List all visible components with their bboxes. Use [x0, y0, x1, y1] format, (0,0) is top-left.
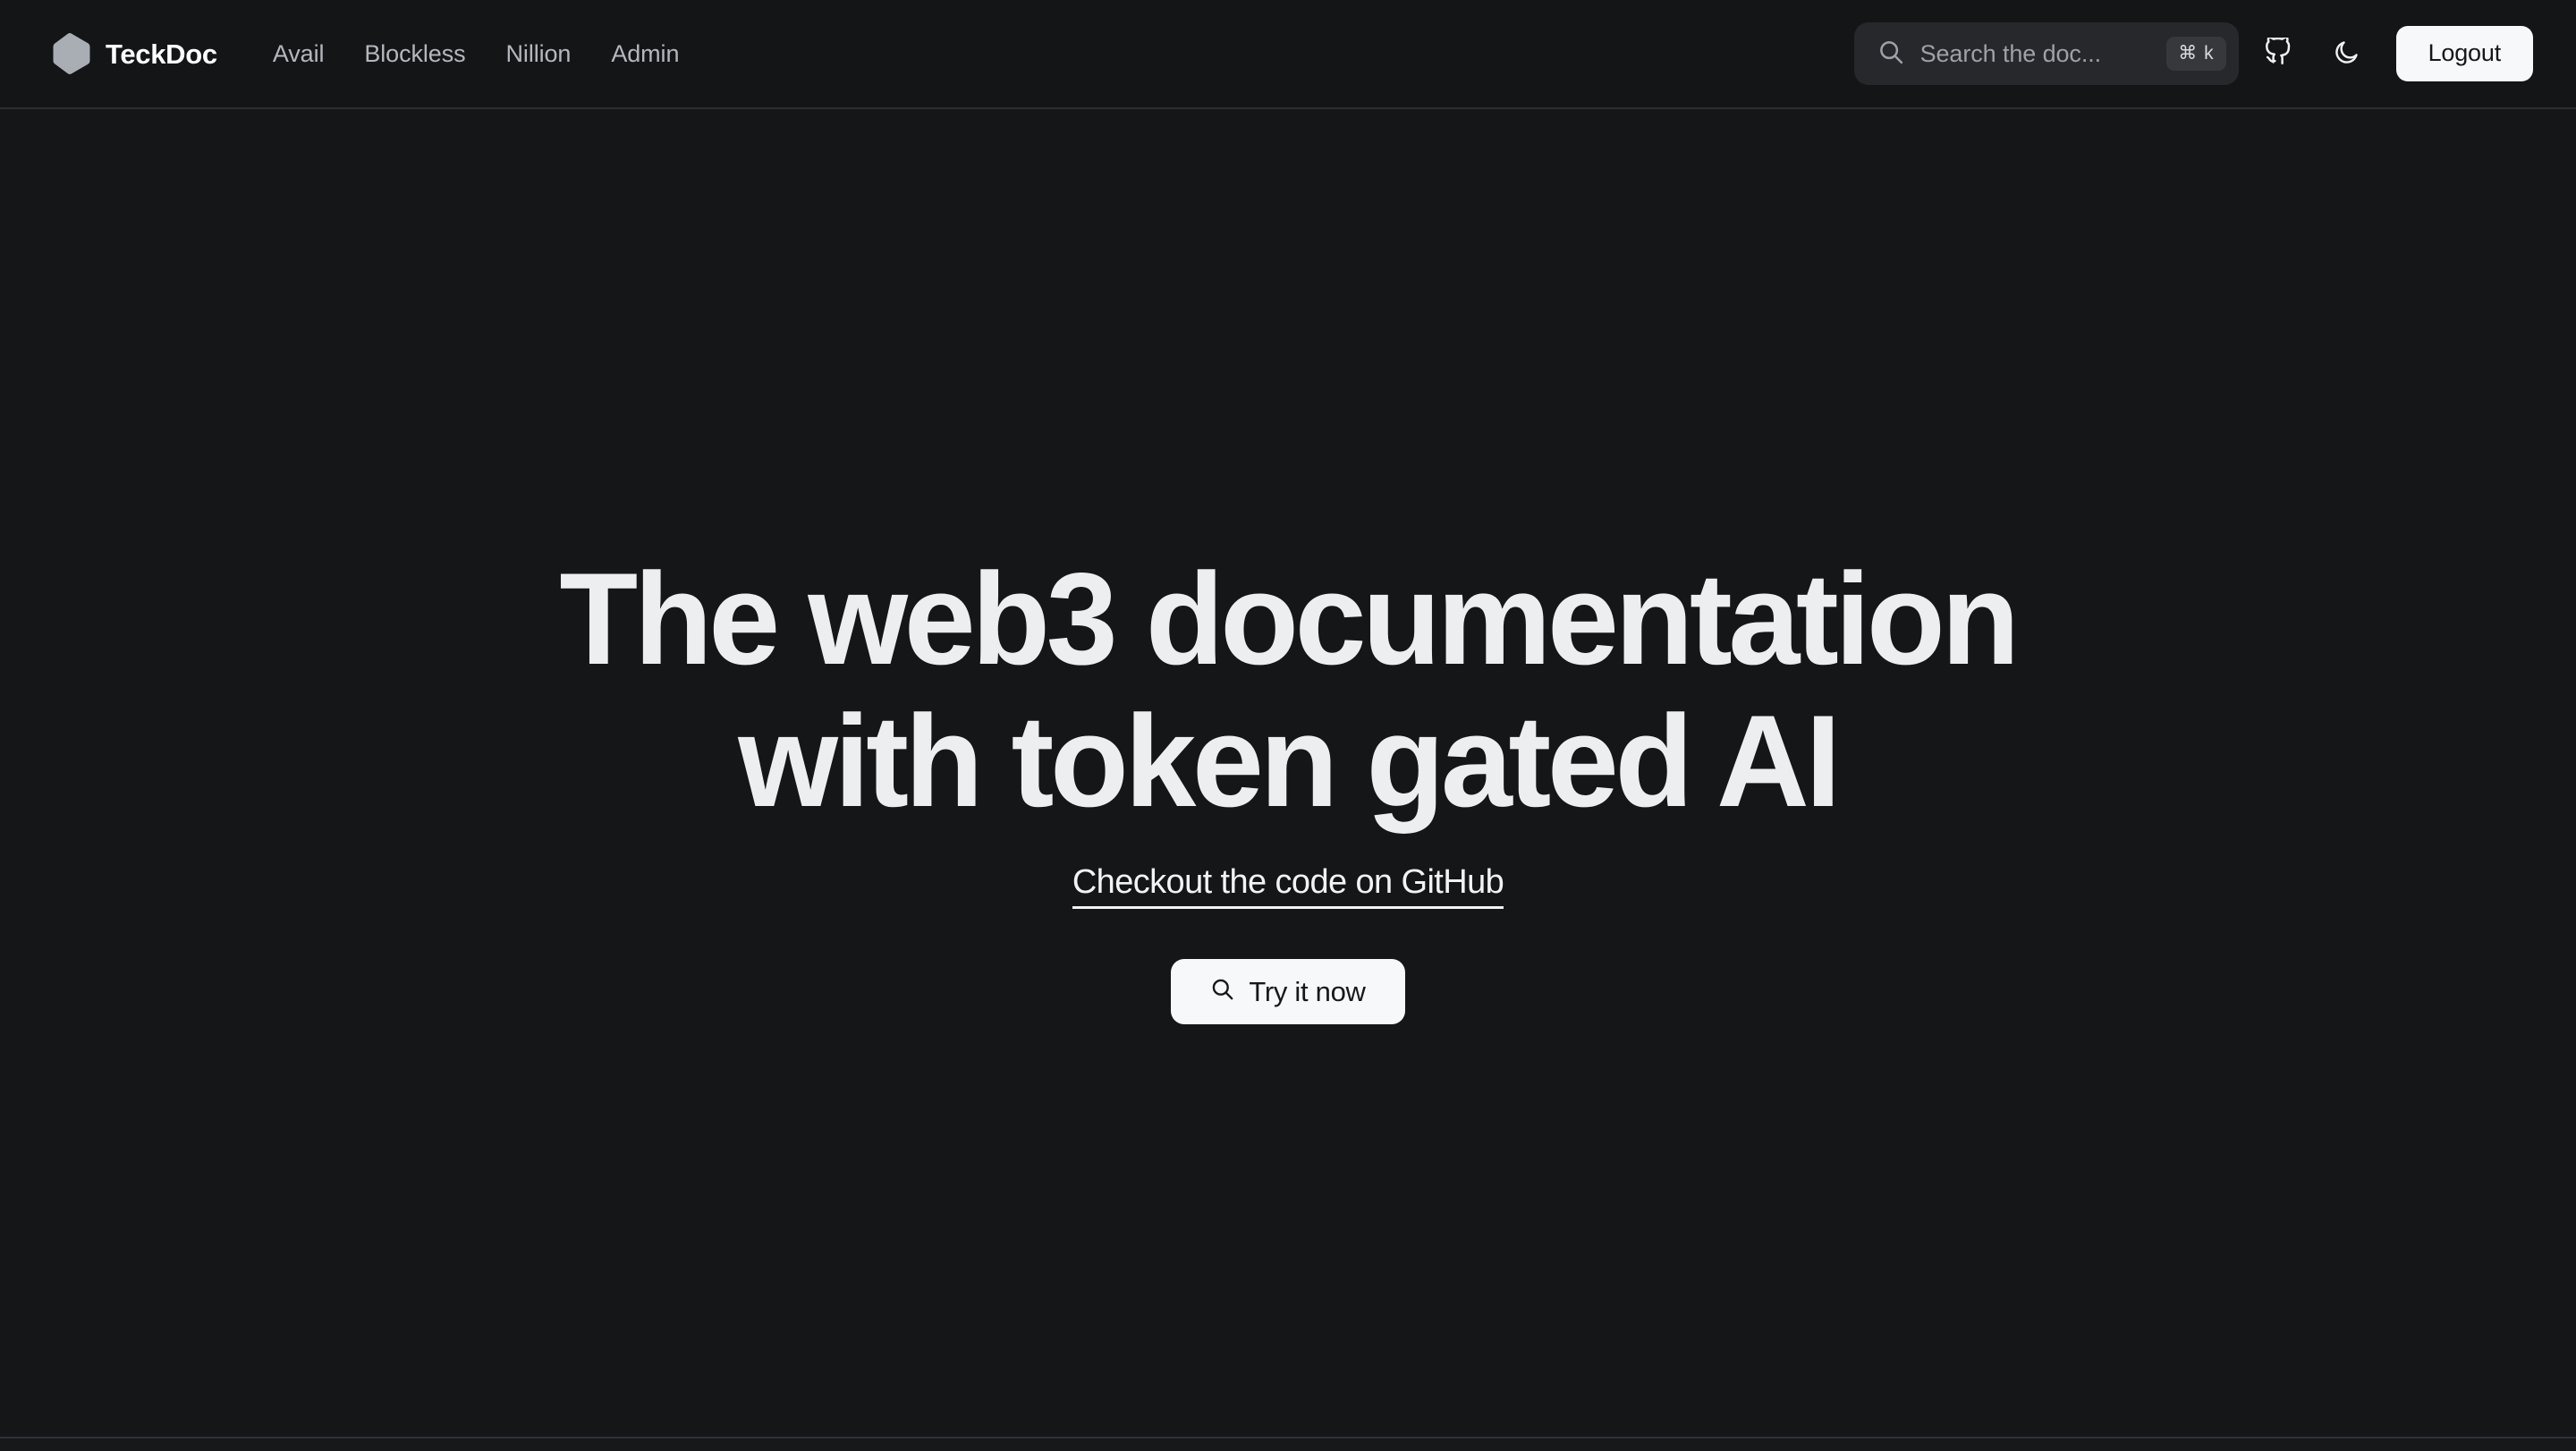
main-content: The web3 documentation with token gated … — [0, 109, 2576, 1451]
try-it-now-label: Try it now — [1249, 975, 1366, 1007]
hero-title-line-2: with token gated AI — [738, 688, 1842, 835]
hexagon-logo-icon — [52, 32, 91, 75]
footer-strip — [0, 1438, 2576, 1451]
brand-name: TeckDoc — [106, 38, 217, 70]
header-actions: Search the doc... ⌘ k Logout — [1853, 22, 2533, 85]
nav-item-avail[interactable]: Avail — [273, 40, 325, 68]
search-box[interactable]: Search the doc... ⌘ k — [1853, 22, 2239, 85]
logout-button[interactable]: Logout — [2395, 26, 2533, 81]
brand-logo-link[interactable]: TeckDoc — [52, 32, 217, 75]
nav-item-nillion[interactable]: Nillion — [506, 40, 572, 68]
search-icon — [1877, 38, 1904, 70]
github-icon — [2264, 36, 2293, 70]
github-code-link[interactable]: Checkout the code on GitHub — [1072, 863, 1504, 910]
hero-title-line-1: The web3 documentation — [559, 546, 2021, 692]
github-link-button[interactable] — [2251, 26, 2307, 81]
search-shortcut-badge: ⌘ k — [2166, 37, 2226, 71]
hero-title: The web3 documentation with token gated … — [559, 546, 2021, 835]
theme-toggle-button[interactable] — [2319, 26, 2375, 81]
site-header: TeckDoc Avail Blockless Nillion Admin Se… — [0, 0, 2576, 109]
nav-item-admin[interactable]: Admin — [611, 40, 679, 68]
try-it-now-button[interactable]: Try it now — [1171, 959, 1405, 1025]
search-input-placeholder[interactable]: Search the doc... — [1920, 40, 2151, 68]
hero-section: The web3 documentation with token gated … — [0, 109, 2576, 1025]
page-root: TeckDoc Avail Blockless Nillion Admin Se… — [0, 0, 2576, 1451]
search-icon — [1210, 977, 1234, 1006]
moon-icon — [2333, 38, 2360, 69]
nav-item-blockless[interactable]: Blockless — [364, 40, 465, 68]
primary-nav: Avail Blockless Nillion Admin — [273, 40, 680, 68]
